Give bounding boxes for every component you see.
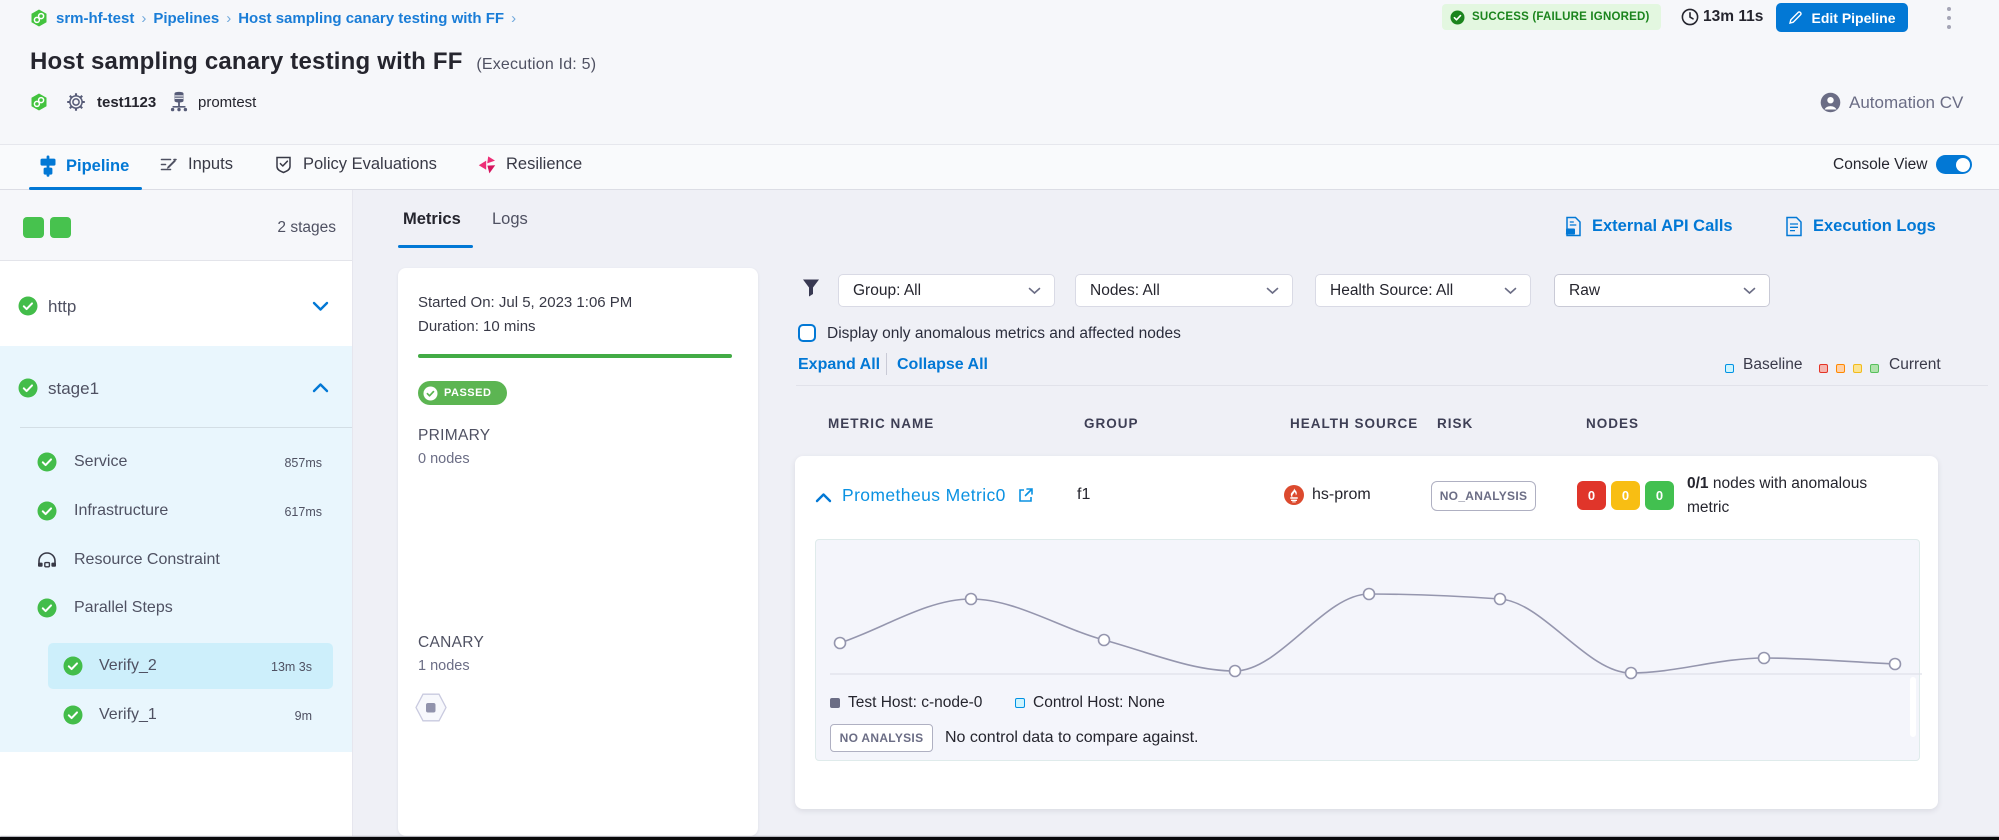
svg-text:API: API <box>1567 229 1575 234</box>
